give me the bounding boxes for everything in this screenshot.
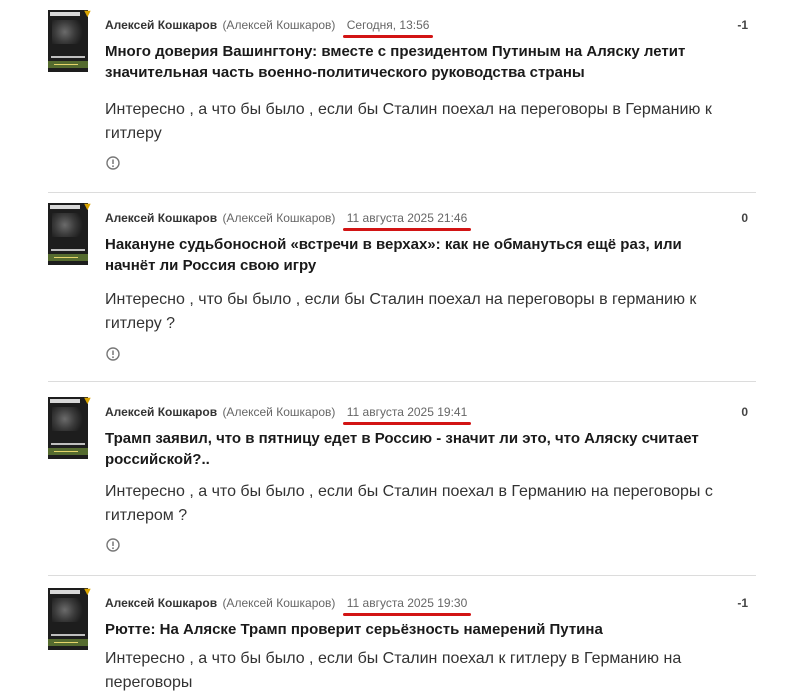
author-alias: (Алексей Кошкаров) <box>222 211 336 225</box>
comment-text: Интересно , а что бы было , если бы Стал… <box>105 483 713 524</box>
comment-text: Интересно , что бы было , если бы Сталин… <box>105 291 697 332</box>
verified-badge-icon: ▼ <box>82 586 93 598</box>
date-highlight-underline <box>342 35 434 38</box>
verified-badge-icon: ▼ <box>82 201 93 213</box>
report-icon[interactable] <box>106 156 120 170</box>
verified-badge-icon: ▼ <box>82 8 93 20</box>
comment-item: ▼ Алексей Кошкаров (Алексей Кошкаров) 11… <box>48 578 756 700</box>
report-icon[interactable] <box>106 347 120 361</box>
comment-date[interactable]: Сегодня, 13:56 <box>342 18 434 38</box>
date-highlight-underline <box>342 613 472 616</box>
comment-item: ▼ Алексей Кошкаров (Алексей Кошкаров) 11… <box>48 387 756 576</box>
date-highlight-underline <box>342 228 472 231</box>
comment-header: Алексей Кошкаров (Алексей Кошкаров) 11 а… <box>105 211 472 231</box>
author-alias: (Алексей Кошкаров) <box>222 405 336 419</box>
comment-header: Алексей Кошкаров (Алексей Кошкаров) 11 а… <box>105 405 472 425</box>
comment-date-text: 11 августа 2025 21:46 <box>346 211 468 225</box>
comment-score: 0 <box>741 211 748 225</box>
comment-score: -1 <box>737 18 748 32</box>
comment-score: -1 <box>737 596 748 610</box>
comment-date[interactable]: 11 августа 2025 21:46 <box>342 211 472 231</box>
comments-feed: ▼ Алексей Кошкаров (Алексей Кошкаров) Се… <box>0 0 800 700</box>
report-icon[interactable] <box>106 538 120 552</box>
comment-date[interactable]: 11 августа 2025 19:30 <box>342 596 472 616</box>
comment-item: ▼ Алексей Кошкаров (Алексей Кошкаров) 11… <box>48 193 756 382</box>
verified-badge-icon: ▼ <box>82 395 93 407</box>
comment-score: 0 <box>741 405 748 419</box>
comment-text: Интересно , а что бы было , если бы Стал… <box>105 650 682 691</box>
comment-date-text: Сегодня, 13:56 <box>346 18 430 32</box>
author-name[interactable]: Алексей Кошкаров <box>105 405 217 419</box>
article-title-link[interactable]: Накануне судьбоносной «встречи в верхах»… <box>105 234 735 276</box>
date-highlight-underline <box>342 422 472 425</box>
comment-header: Алексей Кошкаров (Алексей Кошкаров) Сего… <box>105 18 434 38</box>
author-alias: (Алексей Кошкаров) <box>222 596 336 610</box>
comment-header: Алексей Кошкаров (Алексей Кошкаров) 11 а… <box>105 596 472 616</box>
comment-date-text: 11 августа 2025 19:41 <box>346 405 468 419</box>
comment-text: Интересно , а что бы было , если бы Стал… <box>105 101 712 142</box>
author-name[interactable]: Алексей Кошкаров <box>105 18 217 32</box>
article-title-link[interactable]: Рютте: На Аляске Трамп проверит серьёзно… <box>105 619 735 640</box>
author-name[interactable]: Алексей Кошкаров <box>105 596 217 610</box>
comment-item: ▼ Алексей Кошкаров (Алексей Кошкаров) Се… <box>48 0 756 193</box>
article-title-link[interactable]: Трамп заявил, что в пятницу едет в Росси… <box>105 428 735 470</box>
author-name[interactable]: Алексей Кошкаров <box>105 211 217 225</box>
author-alias: (Алексей Кошкаров) <box>222 18 336 32</box>
comment-date[interactable]: 11 августа 2025 19:41 <box>342 405 472 425</box>
article-title-link[interactable]: Много доверия Вашингтону: вместе с прези… <box>105 41 735 83</box>
comment-date-text: 11 августа 2025 19:30 <box>346 596 468 610</box>
